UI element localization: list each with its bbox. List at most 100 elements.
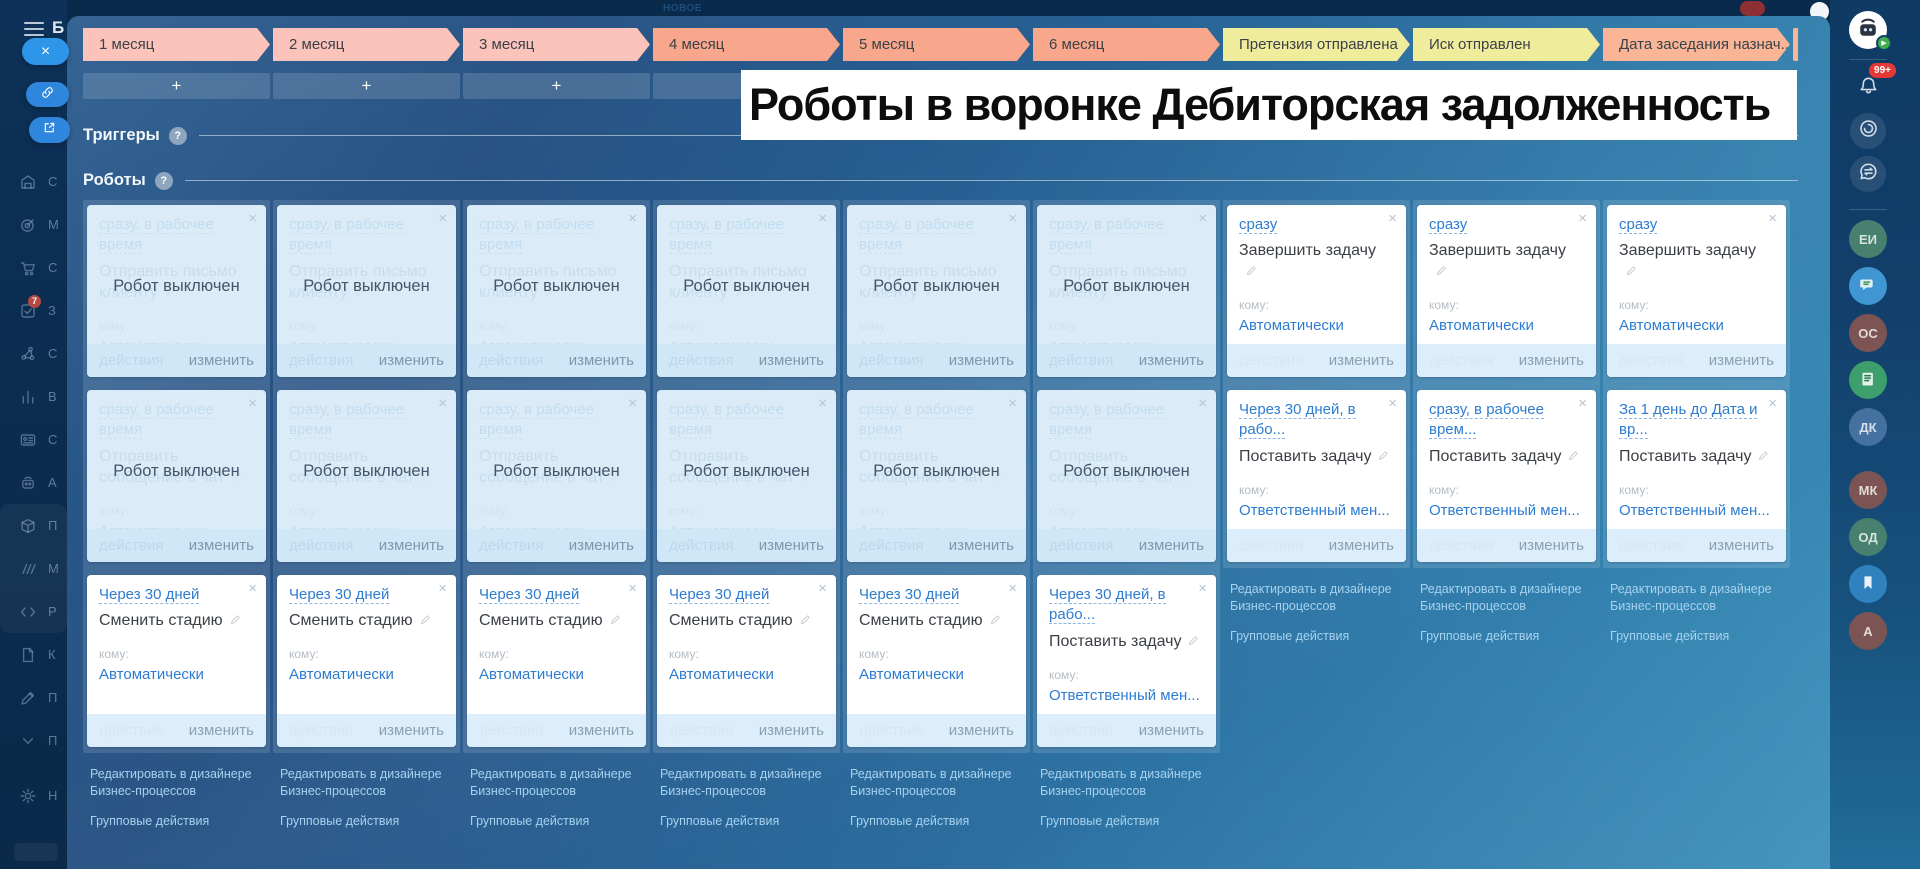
robot-card[interactable]: ×сразуЗавершить задачукому:Автоматически… — [1607, 205, 1786, 377]
close-icon[interactable]: × — [1388, 395, 1397, 412]
robot-actions-link[interactable]: действия — [1049, 352, 1113, 369]
robot-when-link[interactable]: сразу, в рабочее время — [859, 216, 974, 254]
robot-actions-link[interactable]: действия — [669, 352, 733, 369]
robot-actions-link[interactable]: действия — [1429, 537, 1493, 554]
robot-when-link[interactable]: сразу, в рабочее время — [99, 216, 214, 254]
robot-card[interactable]: ×сразу, в рабочее времяОтправить сообщен… — [657, 390, 836, 562]
robot-when-link[interactable]: сразу, в рабочее время — [289, 401, 404, 439]
close-icon[interactable]: × — [628, 580, 637, 597]
robot-actions-link[interactable]: действия — [1429, 352, 1493, 369]
robot-actions-link[interactable]: действия — [669, 722, 733, 739]
sidebar-item-doc[interactable]: К — [0, 633, 67, 676]
funnel-stage[interactable]: 3 месяц — [463, 28, 650, 61]
robot-when-link[interactable]: Через 30 дней, в рабо... — [1239, 401, 1356, 439]
edit-pencil-icon[interactable] — [989, 611, 1002, 632]
edit-pencil-icon[interactable] — [1567, 447, 1580, 468]
sidebar-item-network[interactable]: С — [0, 332, 67, 375]
edit-in-bp-designer-link[interactable]: Редактировать в дизайнере Бизнес-процесс… — [850, 766, 1023, 800]
robot-actions-link[interactable]: действия — [859, 352, 923, 369]
robot-card[interactable]: ×сразу, в рабочее времяОтправить сообщен… — [1037, 390, 1216, 562]
robot-actions-link[interactable]: действия — [99, 722, 163, 739]
close-icon[interactable]: × — [628, 395, 637, 412]
chat-avatar-ОС[interactable]: ОС — [1849, 314, 1887, 352]
edit-pencil-icon[interactable] — [1377, 447, 1390, 468]
robot-edit-link[interactable]: изменить — [1709, 352, 1774, 369]
group-actions-link[interactable]: Групповые действия — [1610, 628, 1783, 645]
edit-in-bp-designer-link[interactable]: Редактировать в дизайнере Бизнес-процесс… — [660, 766, 833, 800]
group-actions-link[interactable]: Групповые действия — [850, 813, 1023, 830]
robot-actions-link[interactable]: действия — [479, 352, 543, 369]
robot-actions-link[interactable]: действия — [1239, 537, 1303, 554]
group-actions-link[interactable]: Групповые действия — [1040, 813, 1213, 830]
robot-card[interactable]: ×Через 30 днейСменить стадиюкому:Автомат… — [467, 575, 646, 747]
robot-assignee-link[interactable]: Ответственный мен... — [1239, 502, 1394, 519]
robot-when-link[interactable]: сразу, в рабочее время — [859, 401, 974, 439]
close-icon[interactable]: × — [1198, 395, 1207, 412]
close-icon[interactable]: × — [818, 580, 827, 597]
edit-pencil-icon[interactable] — [229, 611, 242, 632]
robot-edit-link[interactable]: изменить — [189, 352, 254, 369]
robot-card[interactable]: ×Через 30 дней, в рабо...Поставить задач… — [1037, 575, 1216, 747]
chat-avatar-ДК[interactable]: ДК — [1849, 408, 1887, 446]
edit-pencil-icon[interactable] — [1435, 262, 1448, 283]
chat-history-button[interactable] — [1850, 156, 1886, 192]
triggers-help-icon[interactable]: ? — [169, 127, 187, 145]
edit-pencil-icon[interactable] — [1187, 632, 1200, 653]
sidebar-item-gear[interactable]: Н — [0, 774, 67, 817]
robot-edit-link[interactable]: изменить — [949, 537, 1014, 554]
robot-actions-link[interactable]: действия — [1239, 352, 1303, 369]
assistant-avatar[interactable]: ▶ — [1849, 11, 1887, 49]
robot-card[interactable]: ×Через 30 днейСменить стадиюкому:Автомат… — [847, 575, 1026, 747]
robot-edit-link[interactable]: изменить — [949, 352, 1014, 369]
robot-card[interactable]: ×сразу, в рабочее времяОтправить сообщен… — [87, 390, 266, 562]
robot-actions-link[interactable]: действия — [289, 722, 353, 739]
robot-when-link[interactable]: За 1 день до Дата и вр... — [1619, 401, 1757, 439]
close-icon[interactable]: × — [1578, 395, 1587, 412]
close-icon[interactable]: × — [248, 395, 257, 412]
sidebar-item-id-card[interactable]: С — [0, 418, 67, 461]
robot-edit-link[interactable]: изменить — [189, 537, 254, 554]
edit-in-bp-designer-link[interactable]: Редактировать в дизайнере Бизнес-процесс… — [1610, 581, 1783, 615]
robot-edit-link[interactable]: изменить — [1519, 537, 1584, 554]
close-icon[interactable]: × — [248, 210, 257, 227]
group-actions-link[interactable]: Групповые действия — [1420, 628, 1593, 645]
robot-card[interactable]: ×сразу, в рабочее времяОтправить письмо … — [87, 205, 266, 377]
edit-in-bp-designer-link[interactable]: Редактировать в дизайнере Бизнес-процесс… — [1040, 766, 1213, 800]
robot-actions-link[interactable]: действия — [859, 722, 923, 739]
robot-card[interactable]: ×сразу, в рабочее врем...Поставить задач… — [1417, 390, 1596, 562]
robot-when-link[interactable]: Через 30 дней — [99, 586, 199, 604]
robot-when-link[interactable]: сразу, в рабочее время — [1049, 216, 1164, 254]
copy-link-button[interactable] — [26, 82, 69, 107]
funnel-stage[interactable]: Дата заседания назнач... — [1603, 28, 1790, 61]
robot-when-link[interactable]: сразу — [1619, 216, 1657, 234]
close-icon[interactable]: × — [438, 210, 447, 227]
edit-in-bp-designer-link[interactable]: Редактировать в дизайнере Бизнес-процесс… — [1230, 581, 1403, 615]
open-in-new-window-button[interactable] — [29, 117, 70, 143]
robot-when-link[interactable]: сразу, в рабочее время — [669, 216, 784, 254]
robot-card[interactable]: ×За 1 день до Дата и вр...Поставить зада… — [1607, 390, 1786, 562]
robot-edit-link[interactable]: изменить — [1519, 352, 1584, 369]
edit-pencil-icon[interactable] — [419, 611, 432, 632]
add-robot-button[interactable]: + — [83, 73, 270, 99]
robot-actions-link[interactable]: действия — [99, 352, 163, 369]
robot-when-link[interactable]: Через 30 дней, в рабо... — [1049, 586, 1166, 624]
close-icon[interactable]: × — [1198, 580, 1207, 597]
edit-pencil-icon[interactable] — [799, 611, 812, 632]
robot-actions-link[interactable]: действия — [859, 537, 923, 554]
robot-actions-link[interactable]: действия — [1619, 537, 1683, 554]
robot-when-link[interactable]: сразу — [1239, 216, 1277, 234]
copilot-button[interactable] — [1850, 113, 1886, 149]
edit-pencil-icon[interactable] — [1757, 447, 1770, 468]
bookmark-avatar[interactable] — [1849, 565, 1887, 603]
sidebar-item-tasks[interactable]: З7 — [0, 289, 67, 332]
robot-actions-link[interactable]: действия — [1049, 537, 1113, 554]
close-icon[interactable]: × — [1008, 210, 1017, 227]
robot-card[interactable]: ×сразу, в рабочее времяОтправить сообщен… — [847, 390, 1026, 562]
close-icon[interactable]: × — [628, 210, 637, 227]
sidebar-item-target[interactable]: М — [0, 203, 67, 246]
robot-card[interactable]: ×сразу, в рабочее времяОтправить сообщен… — [277, 390, 456, 562]
robot-when-link[interactable]: сразу, в рабочее время — [479, 401, 594, 439]
robot-edit-link[interactable]: изменить — [759, 352, 824, 369]
robot-edit-link[interactable]: изменить — [379, 537, 444, 554]
sidebar-item-chart[interactable]: В — [0, 375, 67, 418]
